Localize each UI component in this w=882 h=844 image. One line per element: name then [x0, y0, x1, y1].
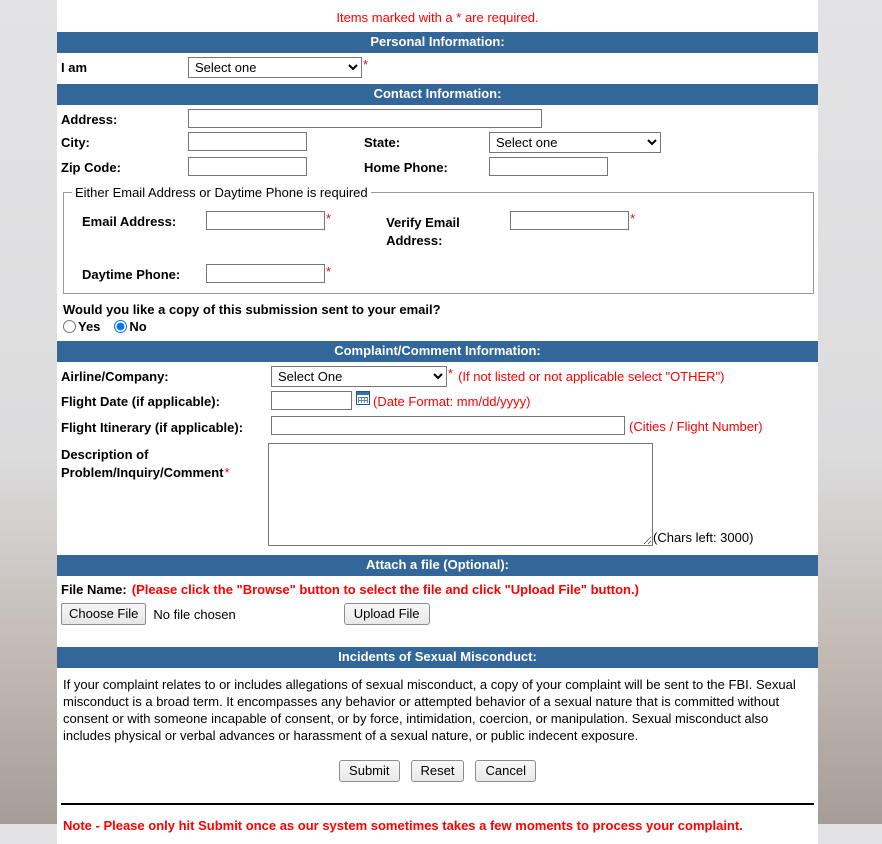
zip-code-input[interactable]: [188, 157, 307, 176]
section-header-contact-information: Contact Information:: [57, 84, 818, 105]
submit-once-note: Note - Please only hit Submit once as ou…: [63, 818, 743, 833]
row-description: Description of Problem/Inquiry/Comment* …: [57, 437, 818, 546]
choose-file-button[interactable]: Choose File: [61, 603, 147, 625]
flight-itinerary-input[interactable]: [271, 416, 625, 435]
complaint-form-page: Items marked with a * are required. Pers…: [57, 0, 818, 844]
email-or-phone-fieldset: Either Email Address or Daytime Phone is…: [63, 185, 814, 294]
radio-yes-input[interactable]: [63, 320, 76, 333]
i-am-required-star: *: [363, 57, 369, 72]
home-phone-input[interactable]: [489, 157, 608, 176]
flight-itinerary-hint: (Cities / Flight Number): [629, 419, 763, 434]
file-name-hint: (Please click the "Browse" button to sel…: [131, 582, 639, 597]
description-label-wrap: Description of Problem/Inquiry/Comment*: [61, 443, 268, 482]
radio-option-no[interactable]: No: [114, 319, 147, 334]
airline-hint-text: (If not listed or not applicable select …: [458, 369, 725, 384]
address-label: Address:: [61, 112, 118, 127]
row-flight-itinerary: Flight Itinerary (if applicable): (Citie…: [57, 412, 818, 437]
row-file-upload: Choose File No file chosen Upload File: [57, 598, 818, 625]
verify-email-address-label: Verify Email Address:: [386, 215, 460, 248]
radio-option-yes[interactable]: Yes: [63, 319, 100, 334]
daytime-phone-required-star: *: [326, 264, 332, 279]
chars-left-counter: (Chars left: 3000): [653, 530, 754, 545]
submit-button[interactable]: Submit: [339, 760, 400, 782]
verify-email-required-star: *: [630, 211, 636, 226]
row-email-verify: Email Address: * Verify Email Address: *: [70, 211, 807, 250]
airline-company-select[interactable]: Select One: [271, 366, 447, 387]
file-chosen-status: No file chosen: [153, 606, 236, 622]
description-required-star: *: [224, 465, 230, 480]
flight-date-label: Flight Date (if applicable):: [61, 394, 220, 409]
email-or-phone-legend: Either Email Address or Daytime Phone is…: [75, 185, 368, 200]
flight-itinerary-label: Flight Itinerary (if applicable):: [61, 420, 244, 435]
section-header-complaint-information: Complaint/Comment Information:: [57, 341, 818, 362]
radio-no-input[interactable]: [114, 320, 128, 333]
email-address-input[interactable]: [206, 211, 325, 230]
flight-date-format-hint: (Date Format: mm/dd/yyyy): [373, 394, 531, 409]
verify-email-address-input[interactable]: [510, 211, 630, 230]
radio-no-label: No: [129, 319, 147, 334]
city-input[interactable]: [188, 132, 307, 151]
state-select[interactable]: Select one: [489, 132, 661, 153]
row-daytime-phone: Daytime Phone: *: [70, 264, 807, 283]
airline-company-label: Airline/Company:: [61, 369, 169, 384]
form-action-buttons: Submit Reset Cancel: [57, 748, 818, 793]
daytime-phone-input[interactable]: [206, 264, 325, 283]
flight-date-input[interactable]: [271, 391, 352, 410]
required-items-note: Items marked with a * are required.: [336, 10, 539, 25]
row-zip-homephone: Zip Code: Home Phone:: [57, 153, 818, 176]
email-copy-radio-group: Yes No: [57, 317, 818, 334]
section-header-sexual-misconduct: Incidents of Sexual Misconduct:: [57, 647, 818, 668]
address-input[interactable]: [188, 109, 542, 128]
row-i-am: I am Select one *: [57, 53, 818, 78]
section-header-personal-information: Personal Information:: [57, 32, 818, 53]
email-address-label: Email Address:: [82, 214, 177, 229]
row-airline-company: Airline/Company: Select One * (If not li…: [57, 362, 818, 387]
sexual-misconduct-body-text: If your complaint relates to or includes…: [63, 677, 796, 743]
file-name-label: File Name:: [61, 582, 127, 597]
description-textarea[interactable]: [268, 443, 653, 546]
row-flight-date: Flight Date (if applicable): (Date Forma…: [57, 387, 818, 412]
i-am-select[interactable]: Select one: [188, 57, 362, 78]
state-label: State:: [364, 135, 401, 150]
cancel-button[interactable]: Cancel: [475, 760, 536, 782]
home-phone-label: Home Phone:: [364, 160, 448, 175]
zip-code-label: Zip Code:: [61, 160, 121, 175]
calendar-icon[interactable]: [356, 391, 370, 405]
section-header-attach-file: Attach a file (Optional):: [57, 555, 818, 576]
upload-file-button[interactable]: Upload File: [343, 603, 430, 625]
email-copy-question: Would you like a copy of this submission…: [63, 302, 441, 317]
daytime-phone-label: Daytime Phone:: [82, 267, 181, 282]
i-am-label: I am: [61, 60, 88, 75]
row-address: Address:: [57, 105, 818, 128]
reset-button[interactable]: Reset: [410, 760, 465, 782]
radio-yes-label: Yes: [78, 319, 101, 334]
row-file-name: File Name: (Please click the "Browse" bu…: [57, 576, 818, 598]
description-label: Description of Problem/Inquiry/Comment: [61, 447, 224, 480]
city-label: City:: [61, 135, 90, 150]
row-city-state: City: State: Select one: [57, 128, 818, 153]
